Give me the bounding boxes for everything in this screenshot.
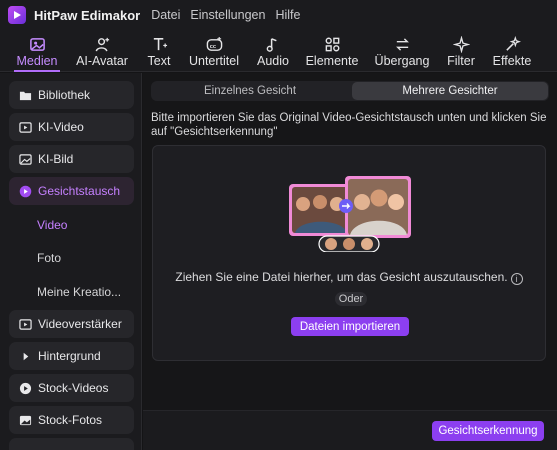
title-bar: HitPaw Edimakor Datei Einstellungen Hilf…	[0, 0, 557, 30]
ai-video-icon	[18, 120, 32, 134]
sidebar-item-stock-fotos[interactable]: Stock-Fotos	[9, 406, 134, 434]
face-swap-panel: Einzelnes Gesicht Mehrere Gesichter Bitt…	[143, 73, 557, 450]
tab-uebergang-label: Übergang	[374, 54, 430, 68]
sidebar-item-videoverstaerker[interactable]: Videoverstärker	[9, 310, 134, 338]
media-icon	[28, 35, 46, 53]
text-icon	[150, 35, 168, 53]
tab-filter[interactable]: Filter	[443, 30, 479, 72]
bottom-action-bar: Gesichtserkennung	[143, 410, 557, 450]
stock-video-icon	[18, 381, 32, 395]
effects-icon	[503, 35, 521, 53]
tab-ai-avatar[interactable]: AI-Avatar	[72, 30, 132, 72]
ai-avatar-icon	[93, 35, 111, 53]
transition-icon	[393, 35, 411, 53]
media-sidebar: Bibliothek KI-Video KI-Bild Gesichtstaus…	[0, 73, 142, 450]
instruction-text: Bitte importieren Sie das Original Video…	[151, 112, 547, 138]
app-logo-icon	[8, 6, 26, 24]
sidebar-subitem-foto[interactable]: Foto	[37, 251, 61, 265]
elements-icon	[323, 35, 341, 53]
tab-einzelnes-gesicht[interactable]: Einzelnes Gesicht	[152, 82, 348, 100]
face-mode-tabs: Einzelnes Gesicht Mehrere Gesichter	[151, 81, 549, 101]
sidebar-item-more[interactable]	[9, 438, 134, 450]
info-icon[interactable]: i	[510, 273, 523, 285]
tab-medien[interactable]: Medien	[10, 30, 64, 72]
sparkle-filter-icon	[452, 35, 470, 53]
tab-uebergang[interactable]: Übergang	[370, 30, 434, 72]
tab-text[interactable]: Text	[142, 30, 176, 72]
drop-instruction: Ziehen Sie eine Datei hierher, um das Ge…	[153, 270, 545, 285]
ai-image-icon	[18, 152, 32, 166]
sidebar-item-label: KI-Video	[38, 120, 84, 134]
tab-audio[interactable]: Audio	[253, 30, 293, 72]
menu-datei[interactable]: Datei	[151, 8, 180, 22]
caret-right-icon	[18, 349, 32, 363]
tab-elemente-label: Elemente	[305, 54, 359, 68]
sidebar-item-label: KI-Bild	[38, 152, 74, 166]
tab-ai-avatar-label: AI-Avatar	[76, 54, 128, 68]
tab-mehrere-gesichter[interactable]: Mehrere Gesichter	[352, 82, 548, 100]
sidebar-item-hintergrund[interactable]: Hintergrund	[9, 342, 134, 370]
face-swap-icon	[18, 184, 32, 198]
tab-audio-label: Audio	[257, 54, 289, 68]
import-files-button[interactable]: Dateien importieren	[291, 317, 409, 336]
active-tab-indicator	[14, 70, 60, 72]
sidebar-subitem-meine-kreationen[interactable]: Meine Kreatio...	[37, 285, 121, 299]
music-note-icon	[264, 35, 282, 53]
video-enhancer-icon	[18, 317, 32, 331]
app-name: HitPaw Edimakor	[34, 7, 141, 23]
sidebar-item-label: Stock-Videos	[38, 381, 109, 395]
face-detection-button[interactable]: Gesichtserkennung	[432, 421, 544, 441]
tab-elemente[interactable]: Elemente	[303, 30, 361, 72]
drop-text: Ziehen Sie eine Datei hierher, um das Ge…	[175, 270, 508, 284]
face-swap-illustration	[289, 176, 411, 252]
sidebar-item-label: Videoverstärker	[38, 317, 122, 331]
sidebar-item-gesichtstausch[interactable]: Gesichtstausch	[9, 177, 134, 205]
stock-photo-icon	[18, 413, 32, 427]
tab-text-label: Text	[147, 54, 171, 68]
sidebar-item-label: Gesichtstausch	[38, 184, 121, 198]
file-drop-zone[interactable]: Ziehen Sie eine Datei hierher, um das Ge…	[152, 145, 546, 361]
tab-untertitel-label: Untertitel	[188, 54, 240, 68]
svg-text:cc: cc	[209, 43, 215, 49]
sidebar-item-bibliothek[interactable]: Bibliothek	[9, 81, 134, 109]
tab-medien-label: Medien	[16, 54, 58, 68]
sidebar-item-ki-bild[interactable]: KI-Bild	[9, 145, 134, 173]
sidebar-item-stock-videos[interactable]: Stock-Videos	[9, 374, 134, 402]
sidebar-item-label: Bibliothek	[38, 88, 91, 102]
sidebar-item-label: Stock-Fotos	[38, 413, 103, 427]
menu-hilfe[interactable]: Hilfe	[275, 8, 300, 22]
tab-filter-label: Filter	[447, 54, 475, 68]
menu-einstellungen[interactable]: Einstellungen	[190, 8, 265, 22]
sidebar-subitem-video[interactable]: Video	[37, 218, 67, 232]
or-separator: Oder	[335, 292, 367, 306]
tab-effekte-label: Effekte	[492, 54, 532, 68]
tab-untertitel[interactable]: cc Untertitel	[185, 30, 243, 72]
sidebar-item-ki-video[interactable]: KI-Video	[9, 113, 134, 141]
tab-effekte[interactable]: Effekte	[488, 30, 536, 72]
folder-icon	[18, 88, 32, 102]
sidebar-item-label: Hintergrund	[38, 349, 101, 363]
subtitle-icon: cc	[205, 35, 223, 53]
main-toolbar: Medien AI-Avatar Text cc Untertitel Audi…	[0, 30, 557, 72]
